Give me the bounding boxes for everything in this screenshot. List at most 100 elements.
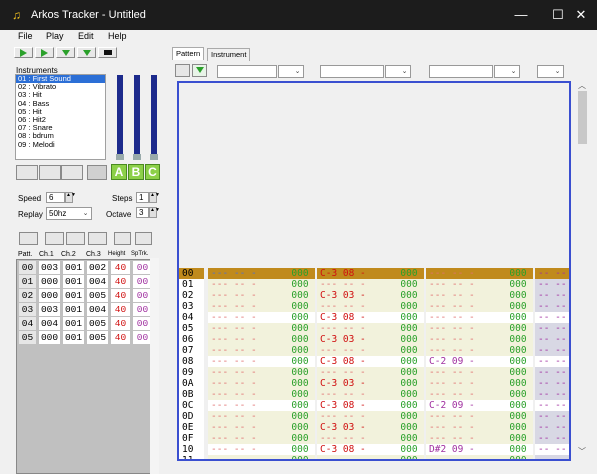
steps-input[interactable]: 1	[136, 192, 149, 203]
octave-stepper[interactable]: ▲▼	[149, 207, 160, 218]
app-icon: ♫	[12, 8, 21, 22]
pattern-list[interactable]: 00 003 001 002 40 00 01 000 001 004 40 00 02 000 001 00…	[16, 259, 152, 474]
channel2-effect: 000	[394, 367, 424, 378]
table-row[interactable]: 0C --- -- -000 C-3 08 -000 C-2 09 -000 -- --	[179, 400, 569, 411]
ch1-header: Ch.1	[39, 251, 54, 258]
row-number: 0F	[179, 433, 204, 444]
minimize-button[interactable]: —	[506, 4, 536, 26]
table-row[interactable]: 0E --- -- -000 C-3 03 -000 --- -- -000 -- --	[179, 422, 569, 433]
special-track-cell: -- --	[535, 312, 569, 323]
play-from-line-button[interactable]	[56, 47, 75, 58]
add-pattern-button[interactable]	[45, 232, 64, 245]
row-number: 0B	[179, 389, 204, 400]
channel1-track-select[interactable]: ⌄	[278, 65, 304, 78]
pattern-tool-button[interactable]	[175, 64, 190, 77]
table-row[interactable]: 03 003 001 004 40 00	[17, 303, 152, 316]
channel3-note: C-2 09 -	[426, 356, 503, 367]
table-row[interactable]: 01 000 001 004 40 00	[17, 275, 152, 288]
table-row[interactable]: 09 --- -- -000 --- -- -000 --- -- -000 -- --	[179, 367, 569, 378]
chevron-down-icon: ⌄	[401, 68, 408, 75]
ch2-track: 001	[63, 289, 84, 302]
channel3-note: --- -- -	[426, 378, 503, 389]
close-button[interactable]: ✕	[566, 4, 596, 26]
table-row[interactable]: 00 003 001 002 40 00	[17, 261, 152, 274]
table-row[interactable]: 08 --- -- -000 C-3 08 -000 C-2 09 -000 -- --	[179, 356, 569, 367]
channel2-note: --- -- -	[317, 279, 394, 290]
height-header: Height	[108, 251, 126, 257]
table-row[interactable]: 10 --- -- -000 C-3 08 -000 D#2 09 -000 -- --	[179, 444, 569, 455]
table-row[interactable]: 04 004 001 005 40 00	[17, 317, 152, 330]
ch1-track: 000	[39, 331, 60, 344]
channel1-effect: 000	[285, 301, 315, 312]
ch3-track: 002	[87, 261, 108, 274]
tab-pattern[interactable]: Pattern	[172, 47, 205, 60]
stop-button[interactable]	[98, 47, 117, 58]
pattern-index: 01	[19, 275, 36, 288]
pattern-up-button[interactable]	[114, 232, 131, 245]
delete-pattern-button[interactable]	[66, 232, 85, 245]
row-number: 0E	[179, 422, 204, 433]
channel2-track-field[interactable]	[320, 65, 384, 78]
channel1-note: --- -- -	[208, 378, 285, 389]
table-row[interactable]: 00 --- -- -000 C-3 08 -000 --- -- -000 -- --	[179, 268, 569, 279]
channel3-track-field[interactable]	[429, 65, 493, 78]
channel1-track-field[interactable]	[217, 65, 277, 78]
table-row[interactable]: 07 --- -- -000 --- -- -000 --- -- -000 -- --	[179, 345, 569, 356]
channel-c-toggle[interactable]: C	[145, 164, 160, 180]
new-instrument-button[interactable]	[16, 165, 38, 180]
table-row[interactable]: 01 --- -- -000 --- -- -000 --- -- -000 -- --	[179, 279, 569, 290]
ch2-track: 001	[63, 331, 84, 344]
list-item[interactable]: 09 : Melodi	[16, 140, 105, 149]
channel-a-toggle[interactable]: A	[111, 164, 127, 180]
instrument-list[interactable]: 01 : First Sound 02 : Vibrato 03 : Hit 0…	[15, 74, 106, 160]
instrument-edit-button[interactable]	[87, 165, 107, 180]
channel2-note: --- -- -	[317, 367, 394, 378]
table-row[interactable]: 0A --- -- -000 C-3 03 -000 --- -- -000 -- --	[179, 378, 569, 389]
table-row[interactable]: 02 000 001 005 40 00	[17, 289, 152, 302]
table-row[interactable]: 0B --- -- -000 --- -- -000 --- -- -000 -- --	[179, 389, 569, 400]
play-line-button[interactable]	[77, 47, 96, 58]
replay-label: Replay	[18, 210, 43, 219]
channel2-note: C-3 08 -	[317, 400, 394, 411]
table-row[interactable]: 02 --- -- -000 C-3 03 -000 --- -- -000 -- --	[179, 290, 569, 301]
pattern-list-scrollbar[interactable]	[150, 258, 159, 474]
pattern-grid[interactable]: 00 --- -- -000 C-3 08 -000 --- -- -000 -- --…	[177, 81, 571, 461]
channel3-note: --- -- -	[426, 301, 503, 312]
play-song-button[interactable]	[14, 47, 33, 58]
chevron-down-icon: ⌄	[82, 210, 89, 217]
table-row[interactable]: 0F --- -- -000 --- -- -000 --- -- -000 -- --	[179, 433, 569, 444]
table-row[interactable]: 05 000 001 005 40 00	[17, 331, 152, 344]
speed-input[interactable]: 6	[46, 192, 65, 203]
channel-b-toggle[interactable]: B	[128, 164, 144, 180]
channel3-effect: 000	[503, 455, 533, 459]
channel1-effect: 000	[285, 312, 315, 323]
menu-file[interactable]: File	[18, 31, 33, 41]
speed-stepper[interactable]: ▲▼	[65, 192, 76, 203]
find-pattern-button[interactable]	[19, 232, 38, 245]
delete-instrument-button[interactable]	[61, 165, 83, 180]
menu-edit[interactable]: Edit	[78, 31, 94, 41]
table-row[interactable]: 0D --- -- -000 --- -- -000 --- -- -000 -- --	[179, 411, 569, 422]
menu-help[interactable]: Help	[108, 31, 127, 41]
table-row[interactable]: 05 --- -- -000 --- -- -000 --- -- -000 -- --	[179, 323, 569, 334]
pattern-scroll-thumb[interactable]	[578, 91, 587, 144]
channel1-effect: 000	[285, 400, 315, 411]
insert-pattern-button[interactable]	[88, 232, 107, 245]
pattern-arrow-button[interactable]	[192, 64, 207, 77]
channel2-note: C-3 03 -	[317, 378, 394, 389]
steps-stepper[interactable]: ▲▼	[149, 192, 160, 203]
table-row[interactable]: 04 --- -- -000 C-3 08 -000 --- -- -000 -- --	[179, 312, 569, 323]
menu-play[interactable]: Play	[46, 31, 64, 41]
octave-input[interactable]: 3	[136, 207, 149, 218]
copy-instrument-button[interactable]	[39, 165, 61, 180]
table-row[interactable]: 06 --- -- -000 C-3 03 -000 --- -- -000 -- --	[179, 334, 569, 345]
pattern-down-button[interactable]	[135, 232, 152, 245]
play-pattern-button[interactable]	[35, 47, 54, 58]
channel2-track-select[interactable]: ⌄	[385, 65, 411, 78]
table-row[interactable]: 03 --- -- -000 --- -- -000 --- -- -000 -- --	[179, 301, 569, 312]
channel3-track-select[interactable]: ⌄	[494, 65, 520, 78]
table-row[interactable]: 11 --- -- -000 --- -- -000 --- -- -000 -- --	[179, 455, 569, 459]
replay-select[interactable]: 50hz ⌄	[46, 207, 92, 220]
special-track-select[interactable]: ⌄	[537, 65, 564, 78]
octave-label: Octave	[106, 210, 132, 219]
